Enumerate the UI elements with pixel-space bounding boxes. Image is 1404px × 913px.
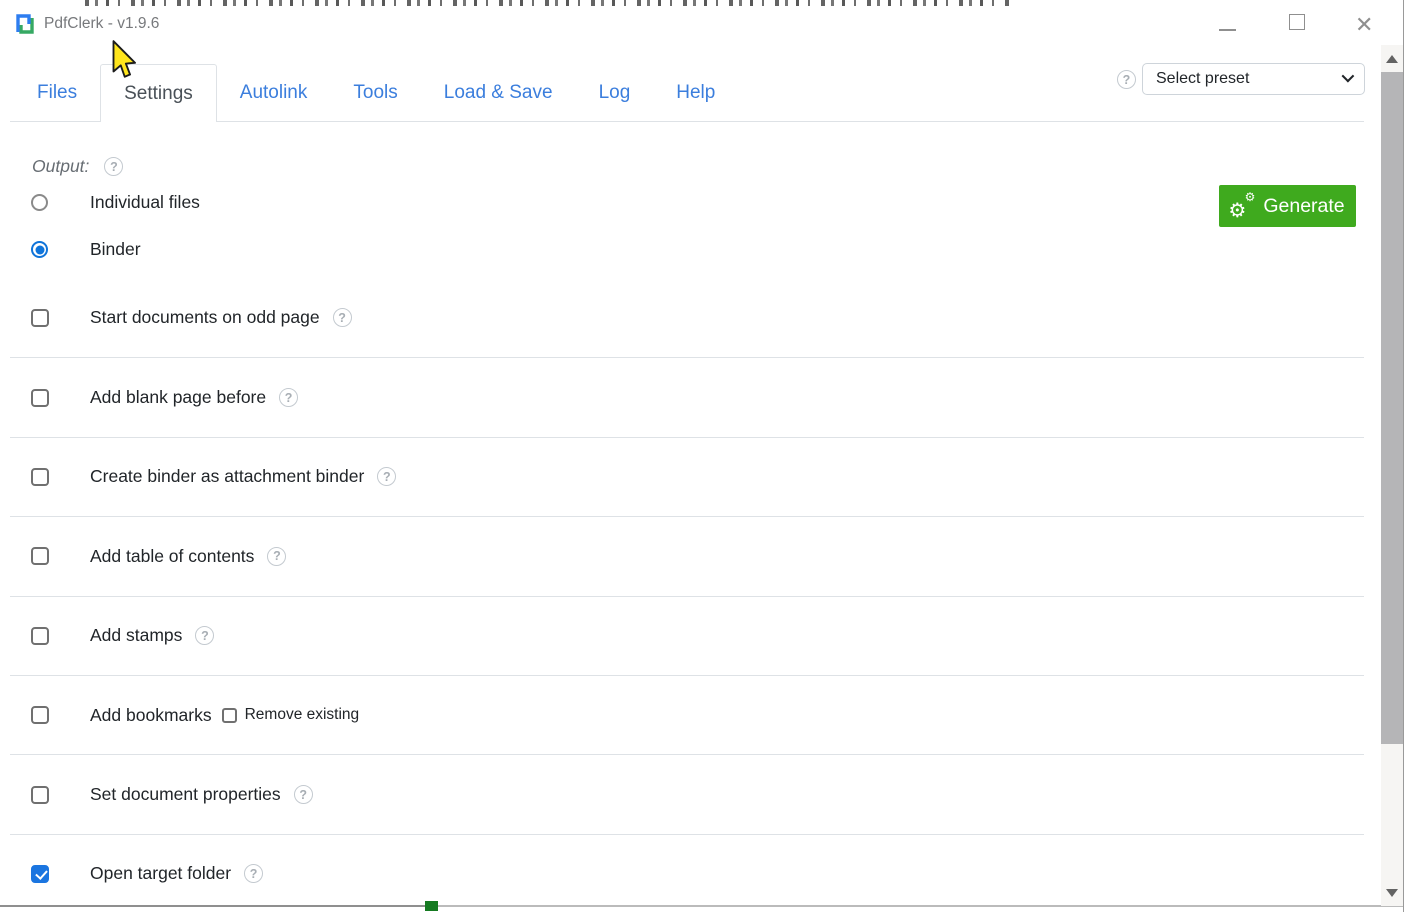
preset-dropdown-value: Select preset [1156,70,1249,88]
row-add-stamps: Add stamps ? [10,596,1364,675]
row-set-document-properties: Set document properties ? [10,754,1364,833]
vertical-scrollbar[interactable] [1381,45,1403,906]
output-help-icon[interactable]: ? [104,157,123,176]
radio-binder[interactable] [31,241,48,258]
capture-artifact-top [85,0,1013,6]
help-icon[interactable]: ? [377,467,396,486]
settings-rows: Start documents on odd page ? Add blank … [10,278,1364,913]
output-section-header: Output: ? [32,156,123,177]
preset-dropdown[interactable]: Select preset [1142,63,1365,95]
row-add-blank-page-before: Add blank page before ? [10,357,1364,436]
row-label: Start documents on odd page [90,307,320,328]
tab-files[interactable]: Files [14,64,100,122]
scroll-up-icon [1386,55,1398,63]
close-icon[interactable]: ✕ [1355,8,1373,42]
radio-label: Individual files [90,192,200,213]
tab-help[interactable]: Help [653,64,738,122]
row-add-bookmarks: Add bookmarks Remove existing [10,675,1364,754]
checkbox-start-documents-odd-page[interactable] [31,309,49,327]
mouse-cursor [110,40,138,82]
generate-button-label: Generate [1263,195,1344,218]
help-icon[interactable]: ? [244,864,263,883]
row-label: Open target folder [90,863,231,884]
checkbox-add-stamps[interactable] [31,627,49,645]
scrollbar-thumb[interactable] [1381,72,1403,744]
checkbox-add-bookmarks[interactable] [31,706,49,724]
output-label: Output: [32,156,89,177]
sub-label: Remove existing [245,706,360,724]
title-bar: PdfClerk - v1.9.6 ✕ [0,8,1404,46]
maximize-icon[interactable] [1289,14,1305,30]
gears-icon: ⚙ ⚙ [1230,194,1254,218]
scrollbar-up-button[interactable] [1381,45,1403,72]
scroll-down-icon [1386,889,1398,897]
row-label: Set document properties [90,784,281,805]
output-option-binder[interactable]: Binder [31,239,141,260]
checkbox-add-blank-page-before[interactable] [31,389,49,407]
preset-help-icon[interactable]: ? [1117,70,1136,89]
radio-label: Binder [90,239,141,260]
tab-load-save[interactable]: Load & Save [421,64,576,122]
app-logo-icon [13,12,37,36]
row-open-target-folder: Open target folder ? [10,834,1364,913]
tab-log[interactable]: Log [576,64,654,122]
row-label: Add bookmarks [90,705,212,726]
row-label: Add blank page before [90,387,266,408]
window-title: PdfClerk - v1.9.6 [44,15,159,33]
row-label: Add stamps [90,625,182,646]
checkbox-remove-existing[interactable] [222,708,237,723]
minimize-icon[interactable] [1219,29,1236,31]
tab-tools[interactable]: Tools [330,64,420,122]
help-icon[interactable]: ? [195,626,214,645]
help-icon[interactable]: ? [333,308,352,327]
help-icon[interactable]: ? [279,388,298,407]
row-label: Create binder as attachment binder [90,466,364,487]
chevron-down-icon [1342,70,1355,83]
scrollbar-down-button[interactable] [1381,879,1403,906]
radio-individual-files[interactable] [31,194,48,211]
help-icon[interactable]: ? [294,785,313,804]
row-label: Add table of contents [90,546,254,567]
row-add-table-of-contents: Add table of contents ? [10,516,1364,595]
row-start-documents-odd-page: Start documents on odd page ? [10,278,1364,357]
checkbox-set-document-properties[interactable] [31,786,49,804]
tab-autolink[interactable]: Autolink [217,64,331,122]
checkbox-add-table-of-contents[interactable] [31,547,49,565]
help-icon[interactable]: ? [267,547,286,566]
checkbox-create-attachment-binder[interactable] [31,468,49,486]
checkbox-open-target-folder[interactable] [31,865,49,883]
output-option-individual[interactable]: Individual files [31,192,200,213]
generate-button[interactable]: ⚙ ⚙ Generate [1219,185,1356,227]
row-create-attachment-binder: Create binder as attachment binder ? [10,437,1364,516]
